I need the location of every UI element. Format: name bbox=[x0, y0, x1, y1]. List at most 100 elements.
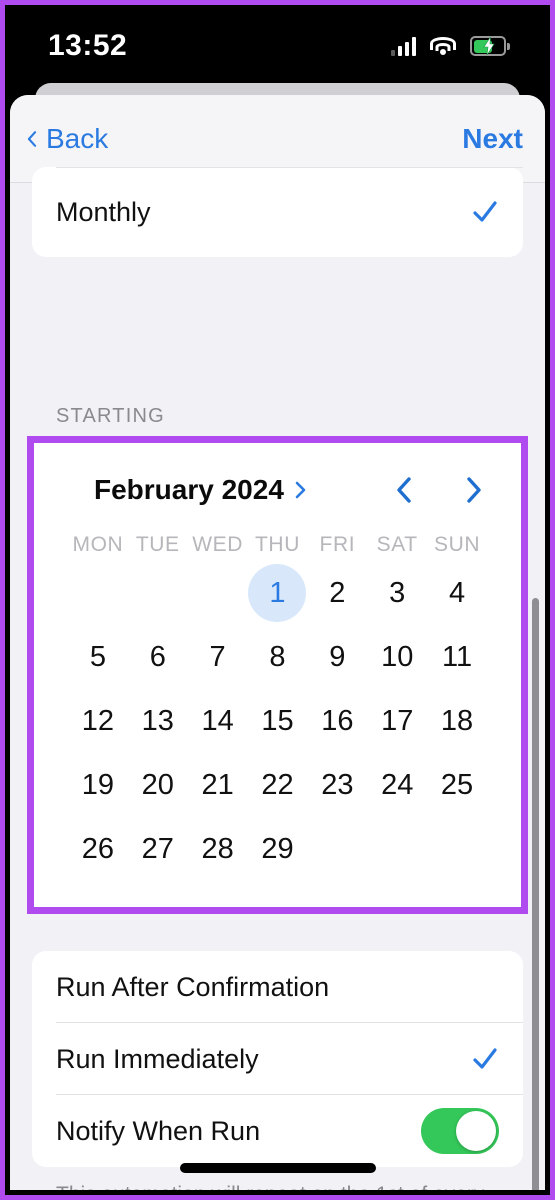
calendar-day-23[interactable]: 23 bbox=[307, 753, 367, 817]
calendar-header: February 2024 bbox=[34, 461, 521, 519]
calendar-day-12[interactable]: 12 bbox=[68, 689, 128, 753]
back-button[interactable]: Back bbox=[24, 123, 108, 155]
calendar-day-28[interactable]: 28 bbox=[188, 817, 248, 881]
calendar-day-25[interactable]: 25 bbox=[427, 753, 487, 817]
option-row-label: Notify When Run bbox=[56, 1115, 261, 1146]
calendar-day-label: 5 bbox=[89, 640, 106, 673]
row-divider-top bbox=[56, 167, 523, 168]
calendar-highlight-box: February 2024 MON TUE WED THU FRI SAT SU… bbox=[27, 436, 528, 914]
back-button-label: Back bbox=[46, 122, 109, 154]
calendar-day-label: 11 bbox=[442, 640, 473, 673]
calendar-day-24[interactable]: 24 bbox=[367, 753, 427, 817]
calendar-weekday-fri: FRI bbox=[319, 533, 356, 556]
calendar-day-label: 1 bbox=[248, 564, 307, 622]
calendar-day-label: 27 bbox=[141, 832, 174, 865]
modal-sheet: Back Next Monthly STARTING February 2024… bbox=[10, 95, 545, 1190]
calendar-day-label: 12 bbox=[81, 704, 115, 737]
cellular-signal-icon bbox=[390, 36, 416, 56]
chevron-right-icon bbox=[295, 481, 306, 499]
battery-charging-icon bbox=[470, 36, 510, 56]
calendar-day-11[interactable]: 11 bbox=[427, 625, 487, 689]
frequency-card: Monthly bbox=[32, 167, 523, 257]
lightning-bolt-icon bbox=[483, 37, 495, 55]
section-header-starting: STARTING bbox=[56, 405, 165, 427]
calendar-next-month-button[interactable] bbox=[464, 476, 485, 504]
options-card: Run After Confirmation Run Immediately Not… bbox=[32, 951, 523, 1167]
calendar-day-5[interactable]: 5 bbox=[68, 625, 128, 689]
toggle-knob bbox=[456, 1111, 496, 1151]
calendar-day-3[interactable]: 3 bbox=[367, 561, 427, 625]
next-button[interactable]: Next bbox=[462, 123, 523, 155]
calendar-day-label: 7 bbox=[209, 640, 226, 673]
vertical-scrollbar[interactable] bbox=[532, 598, 539, 1190]
calendar-day-label: 4 bbox=[448, 576, 466, 609]
phone-frame: 13:52 Back Next Monthly STARTING Februar… bbox=[0, 0, 555, 1200]
calendar-day-empty bbox=[128, 561, 188, 625]
calendar-day-grid: 1 2 3 4 5 6 7 8 9 10 11 12 13 14 15 16 17 18 19 20 21 22 23 24 2… bbox=[34, 561, 521, 881]
chevron-left-icon bbox=[27, 130, 37, 147]
calendar-day-label: 21 bbox=[201, 768, 234, 801]
calendar-day-26[interactable]: 26 bbox=[68, 817, 128, 881]
calendar-day-label: 15 bbox=[261, 704, 294, 737]
calendar-day-label: 24 bbox=[381, 768, 414, 801]
calendar-day-17[interactable]: 17 bbox=[367, 689, 427, 753]
calendar-prev-month-button[interactable] bbox=[393, 476, 414, 504]
calendar-day-empty bbox=[188, 561, 248, 625]
calendar-day-27[interactable]: 27 bbox=[128, 817, 188, 881]
calendar-day-label: 13 bbox=[141, 704, 174, 737]
status-bar-time: 13:52 bbox=[48, 29, 128, 62]
calendar-day-10[interactable]: 10 bbox=[367, 625, 427, 689]
calendar-day-label: 20 bbox=[141, 768, 174, 801]
calendar-day-7[interactable]: 7 bbox=[188, 625, 248, 689]
calendar-day-21[interactable]: 21 bbox=[188, 753, 248, 817]
option-row-run-after-confirmation[interactable]: Run After Confirmation bbox=[32, 951, 523, 1023]
calendar-day-label: 28 bbox=[201, 832, 234, 865]
notify-when-run-toggle[interactable] bbox=[421, 1108, 499, 1154]
calendar-day-label: 25 bbox=[440, 768, 474, 801]
calendar-day-label: 17 bbox=[381, 704, 414, 737]
calendar-day-label: 18 bbox=[440, 704, 474, 737]
calendar-day-29[interactable]: 29 bbox=[248, 817, 308, 881]
calendar-day-label: 16 bbox=[321, 704, 354, 737]
calendar-day-label: 23 bbox=[321, 768, 354, 801]
date-picker-calendar: February 2024 MON TUE WED THU FRI SAT SU… bbox=[34, 443, 521, 907]
option-row-run-immediately[interactable]: Run Immediately bbox=[32, 1023, 523, 1095]
calendar-day-19[interactable]: 19 bbox=[68, 753, 128, 817]
calendar-day-16[interactable]: 16 bbox=[307, 689, 367, 753]
option-row-label: Run Immediately bbox=[56, 1043, 259, 1074]
calendar-month-selector[interactable]: February 2024 bbox=[94, 474, 307, 506]
frequency-row-monthly[interactable]: Monthly bbox=[32, 167, 523, 257]
option-row-notify-when-run[interactable]: Notify When Run bbox=[32, 1095, 523, 1167]
calendar-weekday-tue: TUE bbox=[135, 533, 180, 556]
calendar-weekday-header: MON TUE WED THU FRI SAT SUN bbox=[34, 533, 521, 557]
calendar-day-label: 26 bbox=[81, 832, 115, 865]
checkmark-icon bbox=[473, 201, 497, 222]
home-indicator bbox=[179, 1163, 376, 1173]
calendar-month-label: February 2024 bbox=[94, 474, 284, 505]
calendar-day-label: 8 bbox=[269, 640, 286, 673]
checkmark-icon bbox=[473, 1048, 497, 1069]
calendar-weekday-wed: WED bbox=[192, 533, 244, 556]
calendar-day-6[interactable]: 6 bbox=[128, 625, 188, 689]
calendar-weekday-mon: MON bbox=[72, 533, 124, 556]
calendar-day-4[interactable]: 4 bbox=[427, 561, 487, 625]
calendar-day-label: 22 bbox=[261, 768, 294, 801]
calendar-day-15[interactable]: 15 bbox=[248, 689, 308, 753]
wifi-icon bbox=[430, 36, 456, 56]
calendar-day-1[interactable]: 1 bbox=[248, 561, 308, 625]
calendar-weekday-sun: SUN bbox=[434, 533, 481, 556]
calendar-day-label: 10 bbox=[381, 640, 414, 673]
calendar-day-label: 3 bbox=[389, 576, 406, 609]
footer-note: This automation will repeat on the 1st o… bbox=[56, 1183, 515, 1190]
calendar-day-9[interactable]: 9 bbox=[307, 625, 367, 689]
calendar-day-14[interactable]: 14 bbox=[188, 689, 248, 753]
calendar-day-8[interactable]: 8 bbox=[248, 625, 308, 689]
calendar-day-2[interactable]: 2 bbox=[307, 561, 367, 625]
calendar-day-13[interactable]: 13 bbox=[128, 689, 188, 753]
calendar-day-22[interactable]: 22 bbox=[248, 753, 308, 817]
calendar-day-label: 2 bbox=[329, 576, 346, 609]
calendar-day-label: 19 bbox=[81, 768, 115, 801]
calendar-day-18[interactable]: 18 bbox=[427, 689, 487, 753]
calendar-day-20[interactable]: 20 bbox=[128, 753, 188, 817]
calendar-nav bbox=[393, 476, 485, 504]
